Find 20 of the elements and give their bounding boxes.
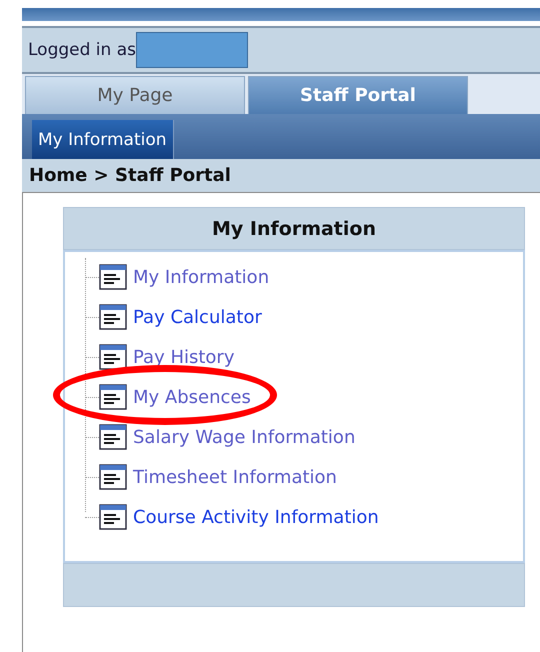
- login-label: Logged in as: [28, 40, 136, 60]
- document-list-icon: [99, 344, 127, 370]
- document-list-icon: [99, 304, 127, 330]
- document-list-icon: [99, 504, 127, 530]
- portal-tab[interactable]: Staff Portal: [248, 76, 468, 114]
- document-list-icon: [99, 264, 127, 290]
- sub-navigation-item[interactable]: My Information: [32, 120, 174, 159]
- menu-link[interactable]: Salary Wage Information: [133, 426, 356, 448]
- panel-title: My Information: [212, 218, 376, 240]
- menu-link[interactable]: Course Activity Information: [133, 506, 379, 528]
- document-list-icon: [99, 384, 127, 410]
- document-list-icon: [99, 424, 127, 450]
- portal-tab[interactable]: My Page: [25, 76, 245, 114]
- menu-link[interactable]: Pay Calculator: [133, 306, 262, 328]
- document-list-icon: [99, 464, 127, 490]
- breadcrumb: Home > Staff Portal: [29, 165, 231, 186]
- menu-link[interactable]: My Absences: [133, 386, 251, 408]
- menu-link[interactable]: Pay History: [133, 346, 234, 368]
- menu-link[interactable]: Timesheet Information: [133, 466, 337, 488]
- menu-link[interactable]: My Information: [133, 266, 270, 288]
